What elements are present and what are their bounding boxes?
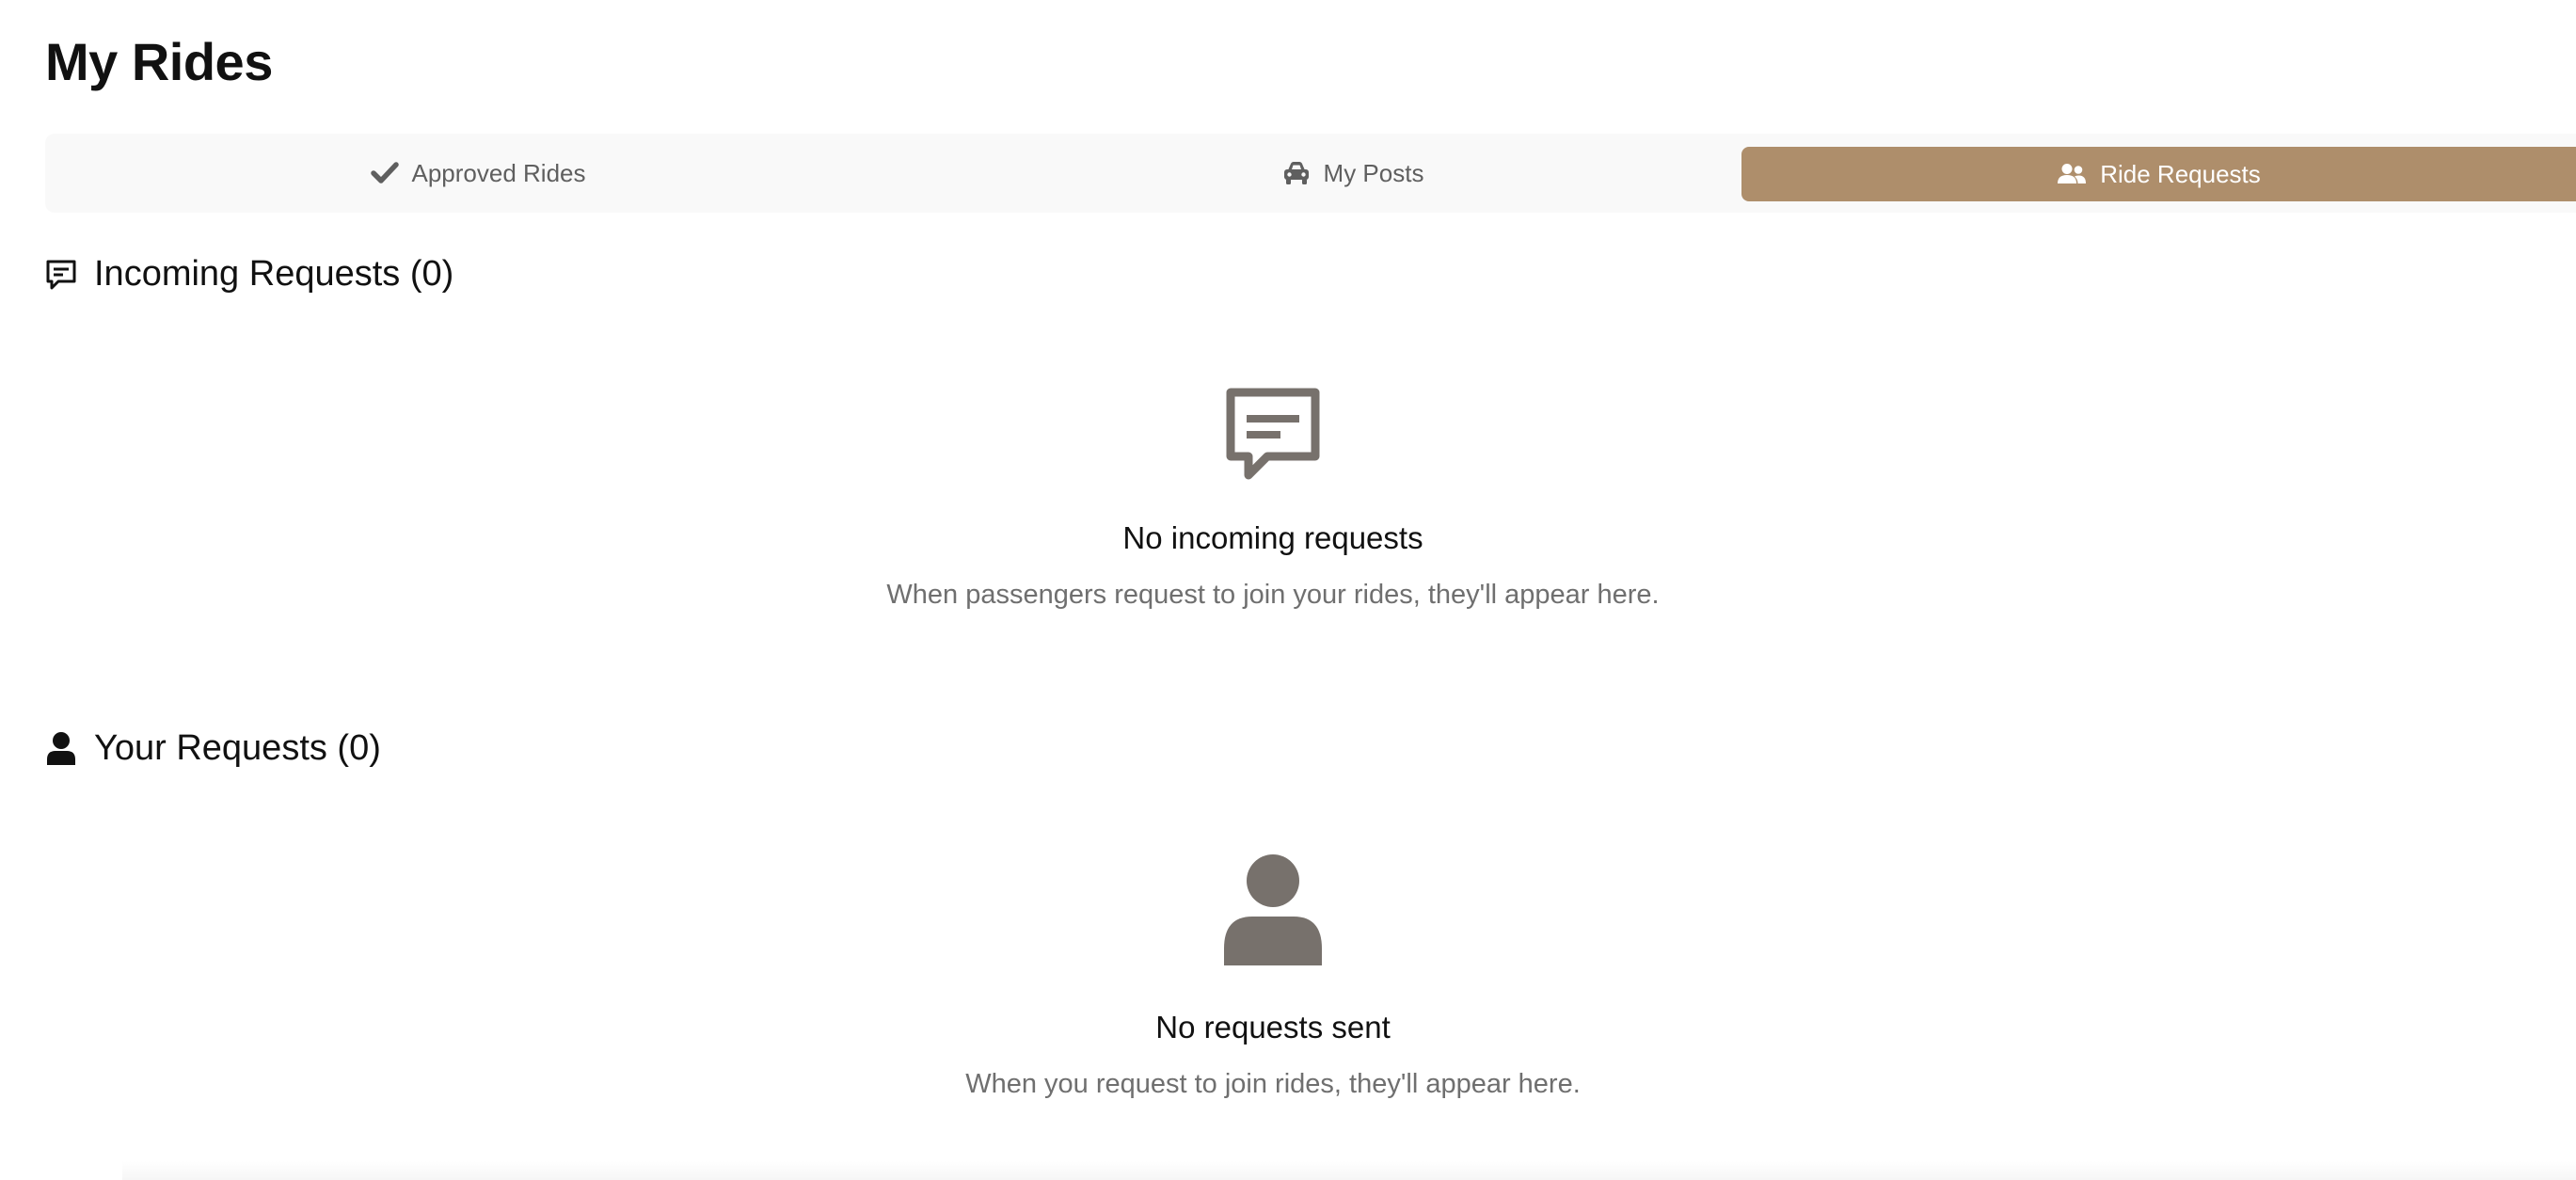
empty-description: When passengers request to join your rid… (886, 580, 1660, 610)
car-icon (1282, 161, 1311, 185)
tab-bar: Approved Rides My Posts Ride Requests (45, 134, 2576, 213)
empty-description: When you request to join rides, they'll … (965, 1069, 1581, 1099)
tab-label: My Posts (1323, 158, 1424, 187)
empty-title: No incoming requests (1122, 520, 1423, 555)
tab-label: Ride Requests (2100, 159, 2261, 188)
tab-approved-rides[interactable]: Approved Rides (45, 134, 911, 213)
tab-label: Approved Rides (411, 158, 586, 187)
users-icon (2057, 163, 2087, 185)
bottom-card-edge (122, 1161, 2576, 1180)
message-square-icon (45, 259, 77, 291)
section-title: Your Requests (0) (94, 728, 381, 768)
incoming-requests-heading: Incoming Requests (0) (45, 254, 453, 295)
tab-ride-requests[interactable]: Ride Requests (1741, 147, 2576, 201)
my-rides-page: My Rides Approved Rides My Posts Ride Re… (0, 0, 2576, 1180)
message-square-icon (0, 388, 2546, 482)
incoming-empty-state: No incoming requests When passengers req… (0, 388, 2546, 614)
page-title: My Rides (45, 32, 273, 91)
check-icon (370, 161, 399, 185)
tab-my-posts[interactable]: My Posts (911, 134, 1795, 213)
section-title: Incoming Requests (0) (94, 254, 454, 294)
your-requests-empty-state: No requests sent When you request to joi… (0, 854, 2546, 1103)
user-icon (45, 731, 77, 767)
user-icon (0, 854, 2546, 965)
empty-title: No requests sent (1155, 1010, 1391, 1044)
your-requests-heading: Your Requests (0) (45, 728, 381, 769)
